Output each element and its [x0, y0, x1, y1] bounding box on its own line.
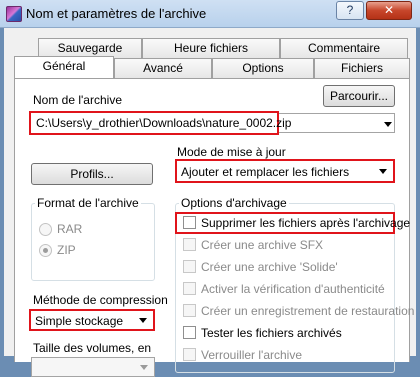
authenticity-checkbox[interactable]: [183, 282, 196, 295]
update-mode-select[interactable]: Ajouter et remplacer les fichiers: [175, 159, 395, 183]
chevron-down-icon[interactable]: [384, 122, 392, 127]
general-tab-panel: Nom de l'archive Parcourir... C:\Users\y…: [14, 78, 414, 377]
recovery-record-checkbox[interactable]: [183, 304, 196, 317]
zip-radio-label: ZIP: [57, 243, 76, 257]
tab-heure-fichiers[interactable]: Heure fichiers: [142, 38, 280, 58]
compression-method-select[interactable]: Simple stockage: [29, 309, 155, 331]
chevron-down-icon[interactable]: [139, 318, 147, 323]
compression-method-label: Méthode de compression: [33, 293, 168, 307]
archive-format-label: Format de l'archive: [35, 196, 141, 210]
profiles-button[interactable]: Profils...: [31, 163, 153, 185]
lock-archive-label: Verrouiller l'archive: [201, 348, 302, 362]
recovery-record-label: Créer un enregistrement de restauration: [201, 304, 415, 318]
chevron-down-icon[interactable]: [379, 169, 387, 174]
sfx-label: Créer une archive SFX: [201, 238, 324, 252]
archiving-options-label: Options d'archivage: [179, 196, 289, 210]
tab-sauvegarde[interactable]: Sauvegarde: [38, 38, 142, 58]
tab-fichiers[interactable]: Fichiers: [314, 58, 410, 78]
lock-archive-checkbox[interactable]: [183, 348, 196, 361]
tab-commentaire[interactable]: Commentaire: [280, 38, 408, 58]
archive-name-value: C:\Users\y_drothier\Downloads\nature_000…: [36, 116, 292, 130]
test-files-label: Tester les fichiers archivés: [201, 326, 342, 340]
test-files-checkbox[interactable]: [183, 326, 196, 339]
solid-checkbox[interactable]: [183, 260, 196, 273]
browse-button[interactable]: Parcourir...: [323, 85, 395, 107]
rar-radio[interactable]: [39, 223, 52, 236]
update-mode-value: Ajouter et remplacer les fichiers: [181, 165, 350, 179]
winrar-app-icon: [6, 6, 22, 22]
volume-size-label: Taille des volumes, en: [33, 341, 152, 355]
solid-label: Créer une archive 'Solide': [201, 260, 338, 274]
close-button[interactable]: ✕: [366, 1, 412, 20]
compression-method-value: Simple stockage: [35, 314, 124, 328]
delete-files-label: Supprimer les fichiers après l'archivage: [201, 216, 411, 230]
zip-radio[interactable]: [39, 244, 52, 257]
tab-options[interactable]: Options: [212, 58, 314, 78]
tab-avance[interactable]: Avancé: [114, 58, 212, 78]
archive-name-label: Nom de l'archive: [33, 93, 122, 107]
sfx-checkbox[interactable]: [183, 238, 196, 251]
window-title: Nom et paramètres de l'archive: [26, 6, 207, 21]
delete-files-checkbox[interactable]: [183, 216, 196, 229]
authenticity-label: Activer la vérification d'authenticité: [201, 282, 385, 296]
chevron-down-icon[interactable]: [140, 365, 148, 370]
title-bar: Nom et paramètres de l'archive ? ✕: [0, 0, 420, 28]
help-button[interactable]: ?: [336, 1, 364, 20]
archive-name-input[interactable]: C:\Users\y_drothier\Downloads\nature_000…: [29, 111, 291, 135]
archive-format-group: [31, 203, 155, 281]
rar-radio-label: RAR: [57, 222, 83, 236]
dialog-body: Sauvegarde Heure fichiers Commentaire Gé…: [4, 28, 416, 377]
tab-general[interactable]: Général: [14, 56, 114, 78]
update-mode-label: Mode de mise à jour: [177, 145, 286, 159]
volume-size-combobox[interactable]: [31, 357, 155, 377]
